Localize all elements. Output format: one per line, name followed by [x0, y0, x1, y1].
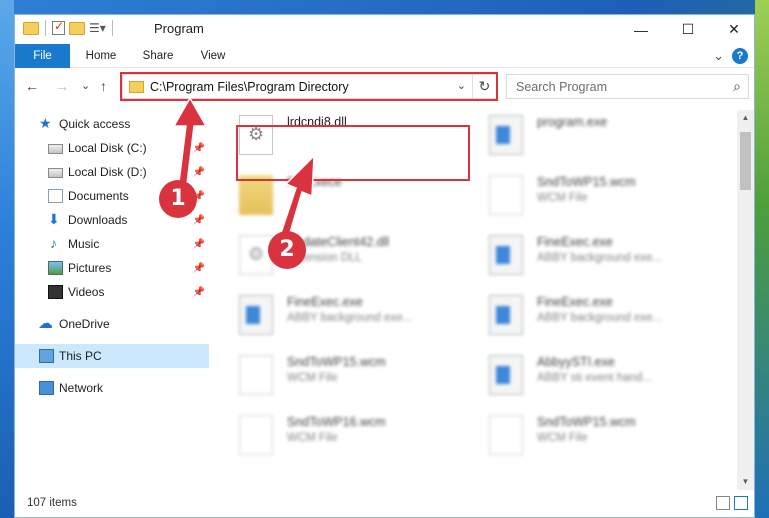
step-1-badge: 1: [159, 180, 197, 218]
callout-arrows: [172, 96, 315, 248]
step-2-badge: 2: [268, 231, 306, 269]
arrow-1: [172, 96, 208, 193]
